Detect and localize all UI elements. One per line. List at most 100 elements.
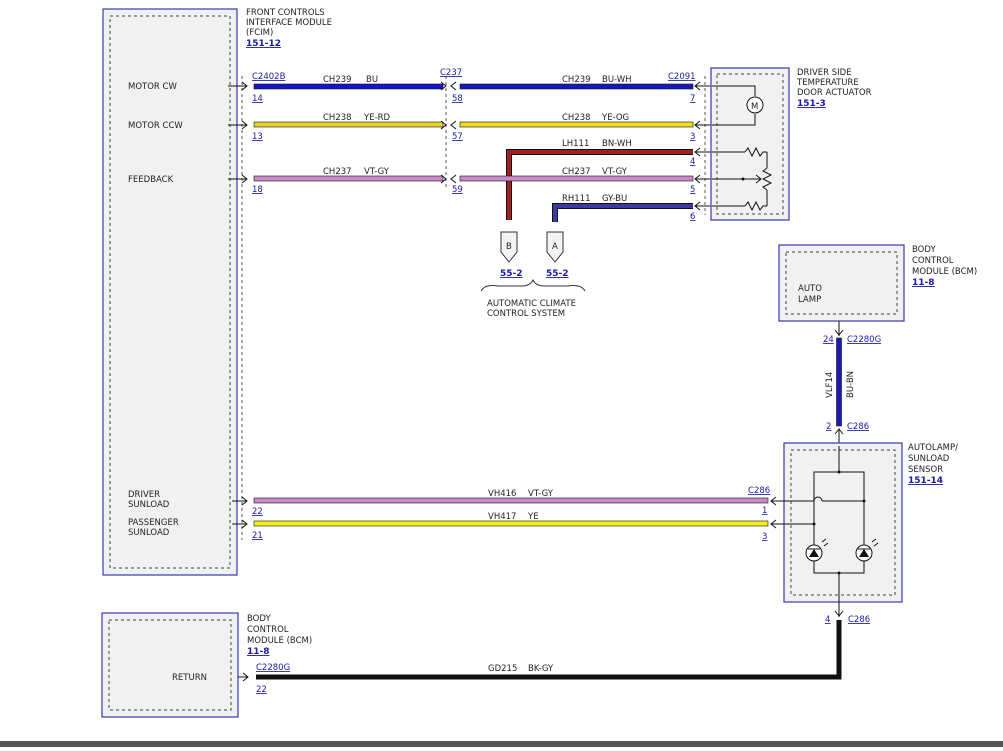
actuator-box: [710, 67, 790, 221]
wire-feedback[interactable]: CH237 VT-GY CH237 VT-GY 18 59 5: [228, 167, 712, 195]
color-ye-og: YE-OG: [601, 113, 629, 123]
fcim-pin-driver-sunload-2: SUNLOAD: [128, 500, 170, 510]
actuator-title-1: DRIVER SIDE: [797, 68, 852, 78]
sensor-title-2: SUNLOAD: [908, 454, 950, 464]
bcm-top-title-1: BODY: [912, 245, 936, 255]
connector-c237[interactable]: C237: [440, 68, 462, 78]
pin-fcim-21[interactable]: 21: [252, 531, 263, 541]
pin-sensor-3[interactable]: 3: [762, 532, 767, 542]
color-bu-wh-right: BU-WH: [602, 75, 632, 85]
pin-sensor-4[interactable]: 4: [825, 615, 830, 625]
accs-label-2: CONTROL SYSTEM: [487, 309, 565, 319]
bcm-top-title-3: MODULE (BCM): [912, 267, 977, 277]
circuit-ch238-left: CH238: [323, 113, 352, 123]
sensor-title-1: AUTOLAMP/: [908, 443, 958, 453]
connector-c286-sensor[interactable]: C286: [748, 486, 770, 496]
color-bk-gy: BK-GY: [528, 664, 554, 674]
wire-vlf14[interactable]: VLF14 BU-BN 24 C2280G 2 C286: [823, 321, 881, 446]
fcim-pin-driver-sunload-1: DRIVER: [128, 490, 160, 500]
bcm-top-inner-2: LAMP: [798, 295, 821, 305]
wire-vlf14-bu-bn: [836, 337, 842, 427]
wire-lh111-outline: [506, 149, 693, 220]
sensor-ref-link[interactable]: 151-14: [908, 476, 943, 486]
circuit-vh416: VH416: [488, 489, 516, 499]
circuit-vh417: VH417: [488, 512, 516, 522]
accs-b-ref-link[interactable]: 55-2: [500, 269, 523, 279]
pin-fcim-22[interactable]: 22: [252, 507, 263, 517]
pin-c237-59[interactable]: 59: [452, 185, 463, 195]
arrow-icon: [450, 174, 457, 184]
fcim-pin-passenger-sunload-1: PASSENGER: [128, 518, 179, 528]
connector-c2280g-bottom[interactable]: C2280G: [256, 663, 290, 673]
wire-vh417[interactable]: VH417 YE 3 21: [232, 512, 786, 542]
wiring-diagram: FRONT CONTROLS INTERFACE MODULE (FCIM) 1…: [0, 0, 1003, 747]
arrow-icon: [450, 120, 457, 130]
bcm-bottom-ref-link[interactable]: 11-8: [247, 647, 270, 657]
pin-act-3[interactable]: 3: [690, 132, 695, 142]
connector-c2402b[interactable]: C2402B: [252, 72, 286, 82]
autolamp-sunload-sensor-module[interactable]: AUTOLAMP/ SUNLOAD SENSOR 151-14: [783, 442, 958, 603]
fcim-title-1: FRONT CONTROLS: [246, 8, 325, 18]
bcm-bottom-title-2: CONTROL: [247, 625, 289, 635]
wire-gd215[interactable]: GD215 BK-GY 4 C286 C2280G 22: [238, 602, 870, 695]
color-vt-gy-left: VT-GY: [364, 167, 390, 177]
bottom-scrollbar[interactable]: [0, 741, 1003, 747]
bcm-top-ref-link[interactable]: 11-8: [912, 278, 935, 288]
fcim-pin-motor-ccw: MOTOR CCW: [128, 121, 183, 131]
accs-connectors[interactable]: B A 55-2 55-2 AUTOMATIC CLIMATE CONTROL …: [480, 231, 586, 319]
circuit-gd215: GD215: [488, 664, 517, 674]
circuit-ch239-right: CH239: [562, 75, 591, 85]
wire-motor-ccw[interactable]: CH238 YE-RD CH238 YE-OG 13 57 3: [228, 113, 712, 142]
motor-symbol: M: [751, 102, 758, 112]
wiring-diagram-canvas: FRONT CONTROLS INTERFACE MODULE (FCIM) 1…: [101, 8, 977, 718]
sensor-box: [783, 442, 903, 603]
circuit-ch239-left: CH239: [323, 75, 352, 85]
circuit-rh111: RH111: [562, 194, 591, 204]
door-actuator-module[interactable]: M DRIVER SIDE TEMPERATURE DOOR ACTUATOR …: [710, 67, 872, 221]
pin-c237-58[interactable]: 58: [452, 94, 463, 104]
actuator-ref-link[interactable]: 151-3: [797, 99, 826, 109]
accs-label-1: AUTOMATIC CLIMATE: [487, 299, 576, 309]
pin-act-7[interactable]: 7: [690, 94, 695, 104]
pin-fcim-13[interactable]: 13: [252, 132, 263, 142]
connector-b-letter: B: [506, 242, 512, 252]
arrow-icon: [450, 81, 457, 91]
junction-dot: [862, 499, 866, 503]
connector-c286-top[interactable]: C286: [847, 422, 869, 432]
wire-rh111[interactable]: RH111 GY-BU 6: [552, 194, 712, 222]
connector-c2091[interactable]: C2091: [668, 72, 696, 82]
pin-act-6[interactable]: 6: [690, 212, 695, 222]
fcim-pin-feedback: FEEDBACK: [128, 175, 174, 185]
wire-motor-cw[interactable]: CH239 BU CH239 BU-WH 14 58 7: [228, 75, 712, 104]
sensor-title-3: SENSOR: [908, 465, 943, 475]
pin-bcm-22[interactable]: 22: [256, 685, 267, 695]
pin-fcim-14[interactable]: 14: [252, 94, 263, 104]
bcm-top-box: [778, 244, 905, 322]
pin-fcim-18[interactable]: 18: [252, 185, 263, 195]
pin-act-4[interactable]: 4: [690, 157, 695, 167]
wire-lh111-bn-wh: [507, 150, 693, 220]
pin-sensor-2[interactable]: 2: [826, 422, 831, 432]
connector-c286-bottom[interactable]: C286: [848, 615, 870, 625]
fcim-title-2: INTERFACE MODULE: [246, 18, 332, 28]
accs-a-ref-link[interactable]: 55-2: [546, 269, 569, 279]
fcim-title-3: (FCIM): [246, 28, 273, 38]
color-ye-rd: YE-RD: [363, 113, 391, 123]
fcim-module[interactable]: FRONT CONTROLS INTERFACE MODULE (FCIM) 1…: [102, 8, 332, 576]
pin-act-5[interactable]: 5: [690, 185, 695, 195]
connector-c2280g-top[interactable]: C2280G: [847, 335, 881, 345]
fcim-pin-motor-cw: MOTOR CW: [128, 82, 177, 92]
pin-c237-57[interactable]: 57: [452, 132, 463, 142]
color-bn-wh: BN-WH: [602, 139, 632, 149]
color-vt-gy-right: VT-GY: [602, 167, 628, 177]
circuit-ch237-right: CH237: [562, 167, 591, 177]
bcm-top-title-2: CONTROL: [912, 256, 954, 266]
wire-rh111-outline: [552, 203, 693, 222]
color-bu-left: BU: [366, 75, 378, 85]
fcim-ref-link[interactable]: 151-12: [246, 39, 281, 49]
pin-bcm-24[interactable]: 24: [823, 335, 834, 345]
pin-sensor-1[interactable]: 1: [762, 506, 767, 516]
color-vh417: YE: [527, 512, 539, 522]
bcm-bottom-box: [101, 612, 239, 718]
bcm-top-module[interactable]: AUTO LAMP BODY CONTROL MODULE (BCM) 11-8: [778, 244, 977, 322]
